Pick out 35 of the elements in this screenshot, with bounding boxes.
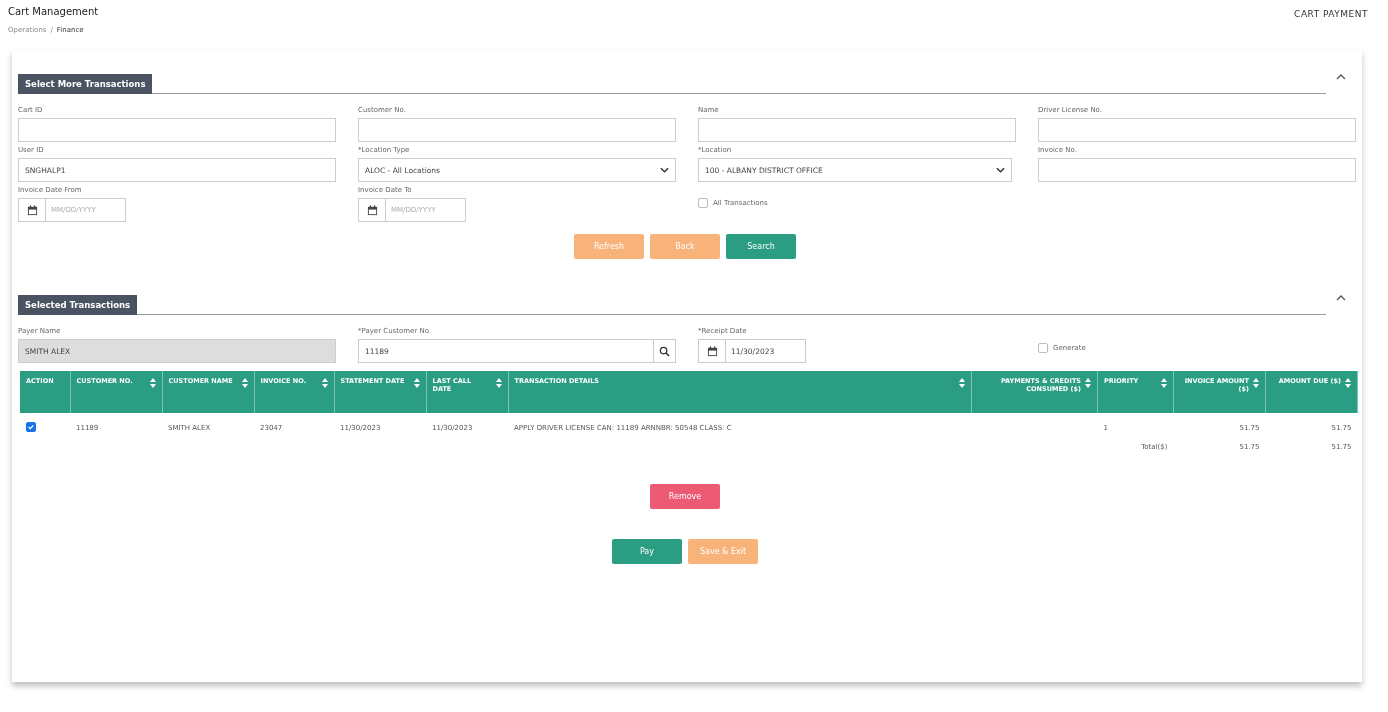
sort-icon[interactable] <box>1253 378 1259 388</box>
sort-icon[interactable] <box>241 378 248 388</box>
sort-icon[interactable] <box>149 378 156 388</box>
sort-icon[interactable] <box>1345 378 1351 388</box>
sort-icon[interactable] <box>321 378 328 388</box>
calendar-icon[interactable] <box>366 204 378 216</box>
page-label: CART PAYMENT <box>1294 9 1368 19</box>
chevron-down-icon <box>996 167 1005 173</box>
action-button[interactable]: Pay <box>611 539 682 564</box>
page-title: Cart Management <box>8 6 99 17</box>
checkbox[interactable] <box>1038 343 1048 353</box>
search-icon <box>659 345 670 357</box>
action-button[interactable]: Save & Exit <box>687 539 759 564</box>
input-field[interactable] <box>1038 118 1356 142</box>
search-button[interactable] <box>654 339 676 363</box>
sort-icon[interactable] <box>1161 378 1167 388</box>
collapse-icon[interactable] <box>1336 295 1346 301</box>
collapse-icon[interactable] <box>1336 74 1346 80</box>
remove-button[interactable]: Remove <box>650 484 720 509</box>
action-button[interactable]: Search <box>726 234 796 259</box>
calendar-icon[interactable] <box>706 345 718 357</box>
checkbox[interactable] <box>26 422 36 432</box>
action-button[interactable]: Back <box>650 234 720 259</box>
input-field[interactable] <box>698 118 1016 142</box>
input-field[interactable] <box>18 118 336 142</box>
input-field[interactable] <box>1038 158 1356 182</box>
calendar-icon[interactable] <box>26 204 38 216</box>
sort-icon[interactable] <box>413 378 420 388</box>
input-field[interactable] <box>358 118 676 142</box>
sort-icon[interactable] <box>1085 378 1091 388</box>
sort-icon[interactable] <box>959 378 965 388</box>
sort-icon[interactable] <box>495 378 502 388</box>
action-button[interactable]: Refresh <box>574 234 644 259</box>
chevron-down-icon <box>660 167 669 173</box>
checkbox[interactable] <box>698 198 708 208</box>
